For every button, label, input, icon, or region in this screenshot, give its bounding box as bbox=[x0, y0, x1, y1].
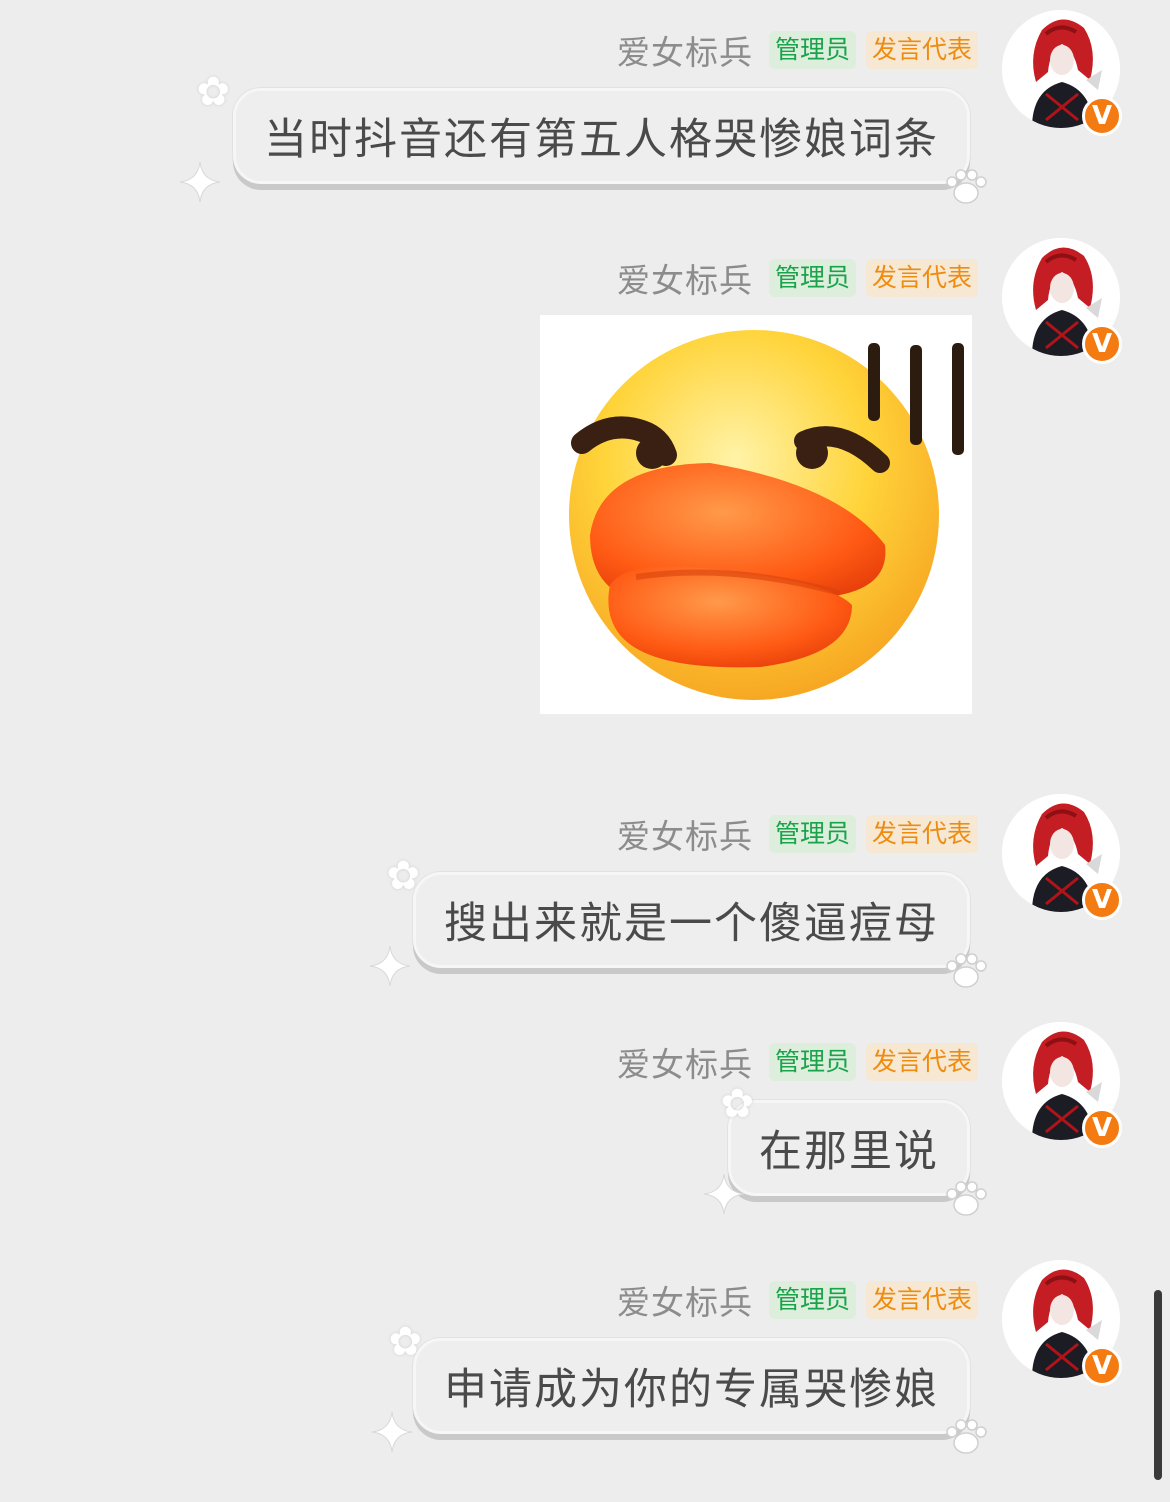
verified-badge-icon: V bbox=[1082, 880, 1122, 920]
rep-badge: 发言代表 bbox=[865, 31, 978, 69]
paw-decoration-icon bbox=[944, 1178, 988, 1218]
paw-decoration-icon bbox=[944, 166, 988, 206]
duck-face-emoji-icon bbox=[569, 330, 964, 700]
verified-badge-icon: V bbox=[1082, 96, 1122, 136]
message-meta: 爱女标兵 管理员 发言代表 bbox=[617, 30, 978, 72]
message-bubble[interactable]: 当时抖音还有第五人格哭惨娘词条 bbox=[233, 88, 970, 184]
sender-name[interactable]: 爱女标兵 bbox=[617, 810, 753, 858]
chat-view: 爱女标兵 管理员 发言代表 V 当时抖音还有第五人格哭惨娘词条 ✿ 爱女标兵 管… bbox=[0, 0, 1170, 1502]
sender-name[interactable]: 爱女标兵 bbox=[617, 1038, 753, 1086]
rep-badge: 发言代表 bbox=[865, 259, 978, 297]
message-meta: 爱女标兵 管理员 发言代表 bbox=[617, 814, 978, 856]
sparkle-decoration-icon bbox=[702, 1172, 746, 1216]
message-bubble[interactable]: 搜出来就是一个傻逼痘母 bbox=[413, 872, 970, 968]
rep-badge: 发言代表 bbox=[865, 1043, 978, 1081]
message-text: 当时抖音还有第五人格哭惨娘词条 bbox=[264, 115, 939, 165]
sparkle-decoration-icon bbox=[368, 944, 412, 988]
verified-badge-icon: V bbox=[1082, 324, 1122, 364]
avatar[interactable]: V bbox=[1002, 238, 1122, 364]
verified-badge-icon: V bbox=[1082, 1346, 1122, 1386]
scrollbar[interactable] bbox=[1154, 1290, 1162, 1480]
paw-decoration-icon bbox=[944, 950, 988, 990]
avatar[interactable]: V bbox=[1002, 1022, 1122, 1148]
sender-name[interactable]: 爱女标兵 bbox=[617, 26, 753, 74]
message-text: 搜出来就是一个傻逼痘母 bbox=[444, 899, 939, 949]
rep-badge: 发言代表 bbox=[865, 815, 978, 853]
star-decoration-icon: ✿ bbox=[196, 69, 230, 115]
admin-badge: 管理员 bbox=[768, 259, 856, 297]
sticker-image[interactable] bbox=[540, 315, 972, 714]
star-decoration-icon: ✿ bbox=[388, 1319, 422, 1365]
message-meta: 爱女标兵 管理员 发言代表 bbox=[617, 1280, 978, 1322]
avatar[interactable]: V bbox=[1002, 794, 1122, 920]
verified-badge-icon: V bbox=[1082, 1108, 1122, 1148]
avatar[interactable]: V bbox=[1002, 1260, 1122, 1386]
star-decoration-icon: ✿ bbox=[720, 1081, 754, 1127]
message-text: 申请成为你的专属哭惨娘 bbox=[444, 1365, 939, 1415]
message-meta: 爱女标兵 管理员 发言代表 bbox=[617, 258, 978, 300]
message-meta: 爱女标兵 管理员 发言代表 bbox=[617, 1042, 978, 1084]
admin-badge: 管理员 bbox=[768, 31, 856, 69]
sender-name[interactable]: 爱女标兵 bbox=[617, 254, 753, 302]
message-bubble[interactable]: 在那里说 bbox=[728, 1100, 970, 1196]
rep-badge: 发言代表 bbox=[865, 1281, 978, 1319]
avatar[interactable]: V bbox=[1002, 10, 1122, 136]
message-text: 在那里说 bbox=[759, 1127, 939, 1177]
sparkle-decoration-icon bbox=[370, 1410, 414, 1454]
admin-badge: 管理员 bbox=[768, 1281, 856, 1319]
admin-badge: 管理员 bbox=[768, 1043, 856, 1081]
sender-name[interactable]: 爱女标兵 bbox=[617, 1276, 753, 1324]
sparkle-decoration-icon bbox=[178, 160, 222, 204]
star-decoration-icon: ✿ bbox=[386, 853, 420, 899]
message-bubble[interactable]: 申请成为你的专属哭惨娘 bbox=[413, 1338, 970, 1434]
admin-badge: 管理员 bbox=[768, 815, 856, 853]
paw-decoration-icon bbox=[944, 1416, 988, 1456]
